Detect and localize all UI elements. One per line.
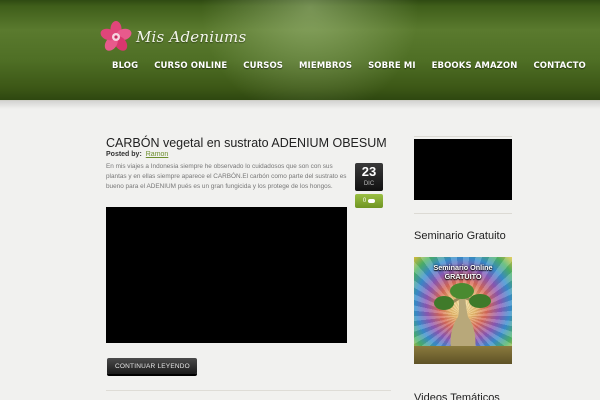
post-title[interactable]: CARBÓN vegetal en sustrato ADENIUM OBESU… xyxy=(106,136,387,150)
adenium-flower-icon xyxy=(100,21,132,51)
main-nav: BLOG CURSO ONLINE CURSOS MIEMBROS SOBRE … xyxy=(104,61,594,71)
post-meta: Posted by: Ramon xyxy=(106,151,168,158)
posted-by-label: Posted by: xyxy=(106,151,142,158)
post-excerpt: En mis viajes a Indonesia siempre he obs… xyxy=(106,163,347,190)
sidebar-divider xyxy=(414,136,512,137)
header-shadow xyxy=(0,101,600,109)
author-link[interactable]: Ramon xyxy=(146,151,169,158)
comment-count: 0 xyxy=(362,198,367,204)
nav-item-blog[interactable]: BLOG xyxy=(104,61,146,71)
banner-ground xyxy=(414,346,512,364)
nav-item-curso-online[interactable]: CURSO ONLINE xyxy=(146,61,235,71)
date-month: DIC xyxy=(363,181,375,187)
sidebar-video[interactable] xyxy=(414,139,512,200)
widget-title-seminario: Seminario Gratuito xyxy=(414,230,506,242)
nav-item-sobre-mi[interactable]: SOBRE MI xyxy=(360,61,424,71)
sidebar-divider xyxy=(414,213,512,214)
post-divider xyxy=(106,390,391,391)
seminario-banner-image[interactable]: Seminario Online GRATUITO xyxy=(414,257,512,364)
continue-reading-button[interactable]: CONTINUAR LEYENDO xyxy=(107,358,197,374)
nav-item-cursos[interactable]: CURSOS xyxy=(235,61,291,71)
nav-item-ebooks-amazon[interactable]: EBOOKS AMAZON xyxy=(424,61,526,71)
date-day: 23 xyxy=(361,164,377,179)
widget-title-videos: Videos Temáticos xyxy=(414,392,500,400)
date-badge: 23 DIC xyxy=(355,163,383,191)
nav-item-contacto[interactable]: CONTACTO xyxy=(525,61,593,71)
nav-item-miembros[interactable]: MIEMBROS xyxy=(291,61,360,71)
comment-count-badge[interactable]: 0 xyxy=(355,194,383,208)
site-title: Mis Adeniums xyxy=(136,28,247,46)
embedded-video[interactable] xyxy=(106,207,347,343)
comment-bubble-icon xyxy=(368,199,376,203)
site-logo[interactable]: Mis Adeniums xyxy=(99,21,246,53)
site-header: Mis Adeniums BLOG CURSO ONLINE CURSOS MI… xyxy=(0,0,600,101)
